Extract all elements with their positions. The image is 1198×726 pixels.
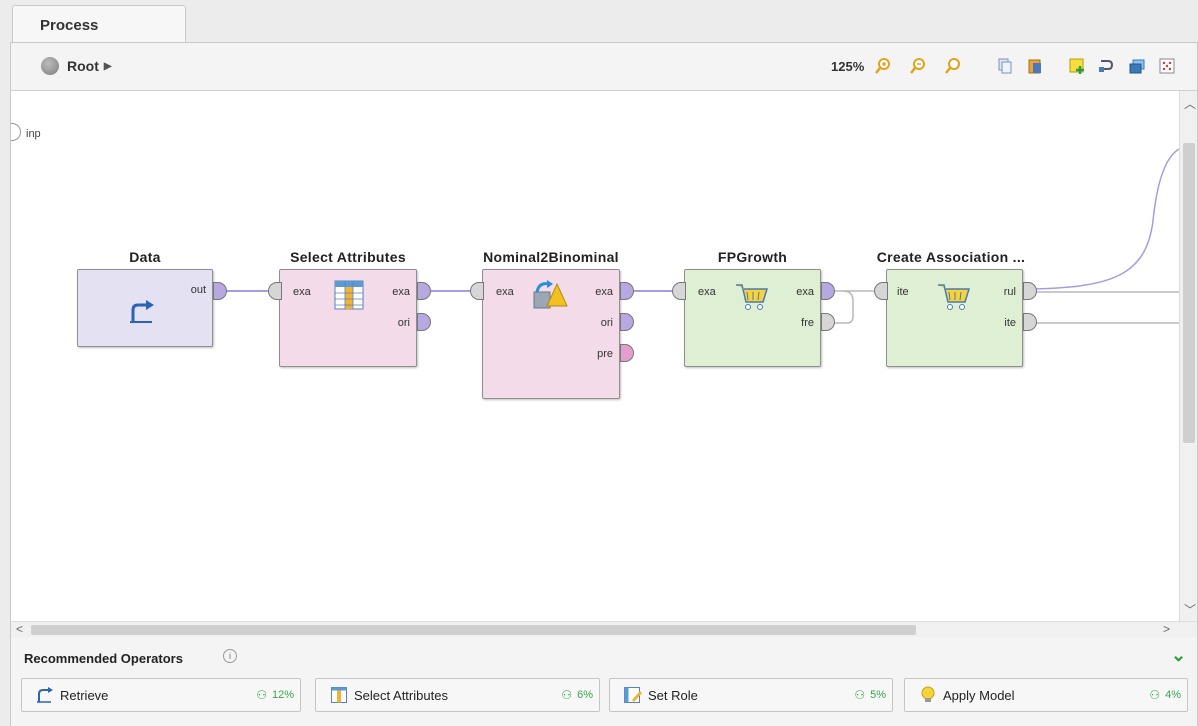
recommended-select-attributes-button[interactable]: Select Attributes ⚇ 6% bbox=[315, 678, 600, 712]
root-icon bbox=[41, 57, 59, 75]
tab-process[interactable]: Process bbox=[12, 5, 186, 43]
recommended-retrieve-button[interactable]: Retrieve ⚇ 12% bbox=[21, 678, 301, 712]
port-label-exa-out: exa bbox=[595, 286, 613, 298]
retrieve-icon bbox=[36, 686, 54, 704]
shopping-cart-icon bbox=[735, 282, 769, 317]
scroll-left-icon[interactable]: < bbox=[16, 622, 23, 636]
port-label-exa-in: exa bbox=[698, 286, 716, 298]
port-label-exa-in: exa bbox=[496, 286, 514, 298]
scroll-up-icon[interactable]: ︿ bbox=[1184, 95, 1196, 112]
port-label-ite-in: ite bbox=[897, 286, 909, 298]
operator-fpgrowth[interactable]: exa exa fre bbox=[684, 269, 821, 367]
zoom-in-icon[interactable] bbox=[873, 56, 893, 76]
zoom-fit-icon[interactable] bbox=[943, 56, 963, 76]
process-input-label: inp bbox=[26, 128, 41, 140]
shopping-cart-icon bbox=[937, 282, 971, 317]
port-label-ori: ori bbox=[397, 317, 410, 329]
port-label-fre: fre bbox=[801, 317, 814, 329]
paste-icon[interactable] bbox=[1025, 56, 1045, 76]
port-nominal-exa-in[interactable] bbox=[470, 282, 484, 300]
recommended-title: Recommended Operators bbox=[24, 651, 183, 666]
operator-title-select-attributes: Select Attributes bbox=[290, 249, 406, 265]
process-toolbar: Root ▶ 125% bbox=[11, 43, 1197, 91]
zoom-level: 125% bbox=[831, 59, 865, 74]
horizontal-scroll-thumb[interactable] bbox=[31, 625, 916, 635]
horizontal-scrollbar[interactable]: < > bbox=[11, 621, 1197, 637]
add-note-icon[interactable] bbox=[1067, 56, 1087, 76]
process-app: Process Root ▶ 125% inp Data out Select … bbox=[0, 0, 1198, 726]
chevron-right-icon: ▶ bbox=[103, 60, 112, 72]
operator-title-create-association: Create Association ... bbox=[876, 249, 1026, 265]
wire-rules-out bbox=[1033, 148, 1179, 290]
usage-percentage: ⚇ 4% bbox=[1149, 688, 1181, 702]
port-label-out: out bbox=[190, 284, 206, 296]
process-panel: Root ▶ 125% inp Data out Select Attribut… bbox=[10, 42, 1198, 726]
select-attributes-icon bbox=[334, 280, 364, 315]
community-icon: ⚇ bbox=[1149, 688, 1161, 702]
port-label-ori: ori bbox=[600, 317, 613, 329]
recommended-set-role-button[interactable]: Set Role ⚇ 5% bbox=[609, 678, 893, 712]
operator-title-data: Data bbox=[129, 249, 161, 265]
vertical-scrollbar[interactable]: ︿ ﹀ bbox=[1179, 91, 1197, 621]
port-select-exa-in[interactable] bbox=[268, 282, 282, 300]
port-fpgrowth-exa-in[interactable] bbox=[672, 282, 686, 300]
operator-title-nominal2binominal: Nominal2Binominal bbox=[483, 249, 619, 265]
recommended-label: Retrieve bbox=[60, 687, 109, 703]
collapse-chevron-icon[interactable]: ⌄ bbox=[1171, 645, 1186, 666]
recommended-label: Apply Model bbox=[943, 687, 1015, 703]
auto-wire-icon[interactable] bbox=[1097, 56, 1117, 76]
usage-percentage: ⚇ 5% bbox=[854, 688, 886, 702]
retrieve-icon bbox=[128, 300, 156, 329]
port-label-ite-out: ite bbox=[1004, 317, 1016, 329]
grid-icon[interactable] bbox=[1157, 56, 1177, 76]
scroll-down-icon[interactable]: ﹀ bbox=[1184, 601, 1196, 618]
process-canvas[interactable]: inp Data out Select Attributes exa exa o… bbox=[11, 91, 1179, 621]
vertical-scroll-thumb[interactable] bbox=[1183, 143, 1195, 443]
operator-title-fpgrowth: FPGrowth bbox=[717, 249, 788, 265]
breadcrumb-root[interactable]: Root ▶ bbox=[41, 57, 112, 75]
select-attributes-icon bbox=[330, 686, 348, 704]
lightbulb-icon bbox=[919, 686, 937, 704]
port-label-rul: rul bbox=[1003, 286, 1016, 298]
community-icon: ⚇ bbox=[561, 688, 573, 702]
operator-create-association-rules[interactable]: ite rul ite bbox=[886, 269, 1023, 367]
set-role-icon bbox=[624, 686, 642, 704]
info-icon[interactable]: i bbox=[223, 649, 237, 663]
operator-select-attributes[interactable]: exa exa ori bbox=[279, 269, 417, 367]
usage-percentage: ⚇ 6% bbox=[561, 688, 593, 702]
convert-icon bbox=[531, 280, 571, 317]
port-label-exa-in: exa bbox=[293, 286, 311, 298]
port-label-exa-out: exa bbox=[392, 286, 410, 298]
zoom-out-icon[interactable] bbox=[908, 56, 928, 76]
usage-percentage: ⚇ 12% bbox=[256, 688, 294, 702]
operator-nominal2binominal[interactable]: exa exa ori pre bbox=[482, 269, 620, 399]
recommended-label: Set Role bbox=[648, 687, 698, 703]
port-create-ite-in[interactable] bbox=[874, 282, 888, 300]
operator-data[interactable]: out bbox=[77, 269, 213, 347]
community-icon: ⚇ bbox=[854, 688, 866, 702]
recommended-label: Select Attributes bbox=[354, 687, 448, 703]
scroll-right-icon[interactable]: > bbox=[1163, 622, 1170, 636]
community-icon: ⚇ bbox=[256, 688, 267, 702]
layers-icon[interactable] bbox=[1127, 56, 1147, 76]
recommended-apply-model-button[interactable]: Apply Model ⚇ 4% bbox=[904, 678, 1188, 712]
root-label: Root bbox=[67, 58, 99, 74]
copy-icon[interactable] bbox=[995, 56, 1015, 76]
recommended-operators-panel: Recommended Operators i ⌄ Retrieve ⚇ 12% … bbox=[11, 637, 1197, 726]
port-label-exa-out: exa bbox=[796, 286, 814, 298]
port-label-pre: pre bbox=[597, 348, 613, 360]
